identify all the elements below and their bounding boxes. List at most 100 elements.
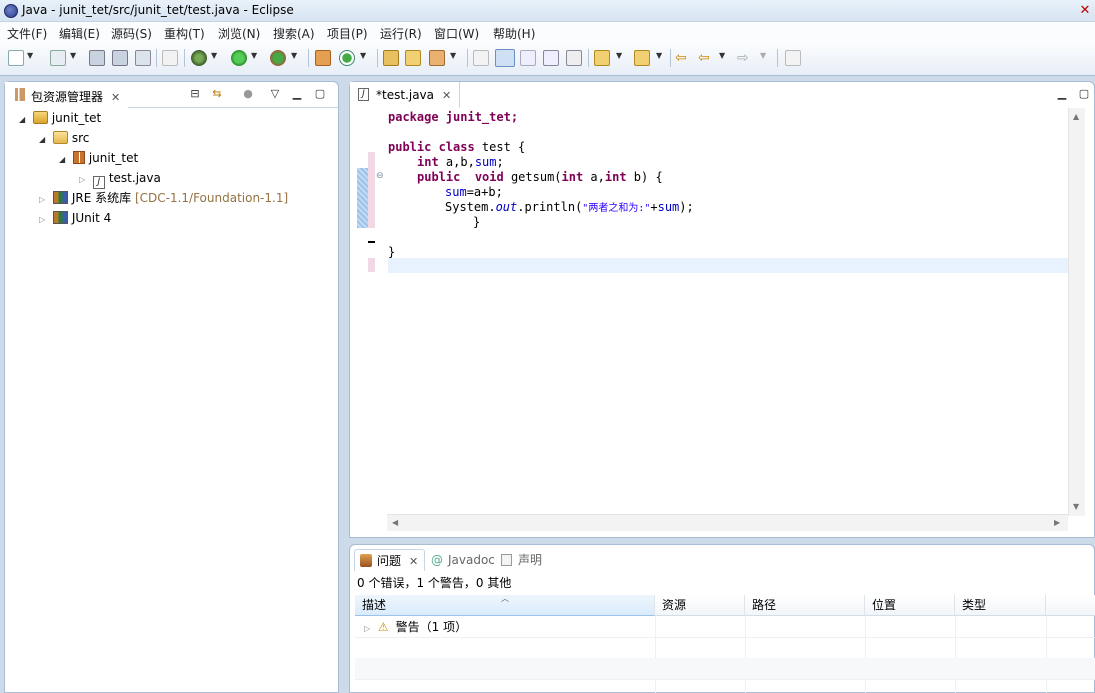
menu-refactor[interactable]: 重构(T) bbox=[164, 25, 205, 42]
tree-item-jre-library[interactable]: ▷ JRE 系统库 [CDC-1.1/Foundation-1.1] bbox=[39, 188, 288, 208]
new-java-dropdown-icon[interactable]: ▼ bbox=[70, 51, 76, 60]
block-selection-icon[interactable] bbox=[520, 50, 536, 66]
collapsed-arrow-icon[interactable]: ▷ bbox=[39, 190, 49, 210]
close-tab-icon[interactable]: ✕ bbox=[111, 91, 120, 104]
search-dropdown-icon[interactable]: ▼ bbox=[450, 51, 456, 60]
close-window-icon[interactable]: ✕ bbox=[1077, 3, 1093, 19]
tree-item-project[interactable]: ◢ junit_tet bbox=[19, 108, 101, 128]
show-whitespace-icon[interactable] bbox=[566, 50, 582, 66]
previous-annotation-dropdown-icon[interactable]: ▼ bbox=[656, 51, 662, 60]
vertical-scrollbar[interactable]: ▲ ▼ bbox=[1068, 108, 1085, 516]
print-icon[interactable] bbox=[135, 50, 151, 66]
back-dropdown-icon[interactable]: ▼ bbox=[719, 51, 725, 60]
new-class-dropdown-icon[interactable]: ▼ bbox=[360, 51, 366, 60]
java-file-icon: J bbox=[358, 88, 369, 101]
new-icon[interactable] bbox=[8, 50, 24, 66]
menu-window[interactable]: 窗口(W) bbox=[434, 25, 479, 42]
show-source-icon[interactable] bbox=[543, 50, 559, 66]
tree-item-package[interactable]: ◢ junit_tet bbox=[59, 148, 138, 168]
debug-dropdown-icon[interactable]: ▼ bbox=[211, 51, 217, 60]
pin-editor-icon[interactable] bbox=[785, 50, 801, 66]
expanded-arrow-icon[interactable]: ◢ bbox=[59, 150, 69, 170]
menu-run[interactable]: 运行(R) bbox=[380, 25, 422, 42]
menu-source[interactable]: 源码(S) bbox=[111, 25, 152, 42]
save-all-icon[interactable] bbox=[112, 50, 128, 66]
column-header-description[interactable]: 描述 ︿ bbox=[355, 594, 655, 616]
minimize-icon[interactable]: ▁ bbox=[290, 87, 304, 101]
tab-javadoc[interactable]: @ Javadoc bbox=[426, 549, 495, 571]
run-icon[interactable] bbox=[231, 50, 247, 66]
new-package-icon[interactable] bbox=[315, 50, 331, 66]
view-menu-icon[interactable]: ▽ bbox=[268, 87, 282, 101]
run-dropdown-icon[interactable]: ▼ bbox=[251, 51, 257, 60]
menu-file[interactable]: 文件(F) bbox=[7, 25, 47, 42]
column-header-type[interactable]: 类型 bbox=[955, 595, 1046, 616]
maximize-icon[interactable]: ▢ bbox=[313, 87, 327, 101]
debug-icon[interactable] bbox=[191, 50, 207, 66]
close-tab-icon[interactable]: ✕ bbox=[442, 89, 451, 102]
open-folder-icon[interactable] bbox=[405, 50, 421, 66]
back-icon[interactable]: ⇦ bbox=[698, 50, 714, 66]
external-tools-icon[interactable] bbox=[270, 50, 286, 66]
new-dropdown-icon[interactable]: ▼ bbox=[27, 51, 33, 60]
search-icon[interactable] bbox=[429, 50, 445, 66]
tree-item-junit4[interactable]: ▷ JUnit 4 bbox=[39, 208, 111, 228]
open-type-icon[interactable] bbox=[383, 50, 399, 66]
expanded-arrow-icon[interactable]: ◢ bbox=[19, 110, 29, 130]
previous-annotation-icon[interactable] bbox=[634, 50, 650, 66]
tab-test-java[interactable]: J *test.java ✕ bbox=[350, 82, 461, 108]
focus-icon[interactable]: ● bbox=[241, 87, 255, 101]
change-marker bbox=[368, 241, 375, 243]
collapse-all-icon[interactable]: ⊟ bbox=[188, 87, 202, 101]
last-edit-location-icon[interactable]: ⇦ bbox=[675, 50, 691, 66]
package-explorer-header: 包资源管理器 ✕ ⊟ ⇆ ● ▽ ▁ ▢ bbox=[5, 82, 338, 108]
scroll-up-icon[interactable]: ▲ bbox=[1073, 112, 1079, 121]
menu-project[interactable]: 项目(P) bbox=[327, 25, 368, 42]
horizontal-scrollbar[interactable]: ◀ ▶ bbox=[387, 514, 1068, 531]
scroll-right-icon[interactable]: ▶ bbox=[1054, 518, 1060, 527]
fold-collapse-icon[interactable]: ⊖ bbox=[376, 171, 386, 181]
problems-panel: 问题 ✕ @ Javadoc 声明 0 个错误，1 个警告，0 其他 描述 ︿ 资… bbox=[349, 544, 1095, 693]
skip-breakpoints-icon[interactable] bbox=[162, 50, 178, 66]
column-header-path[interactable]: 路径 bbox=[745, 595, 865, 616]
new-class-icon[interactable] bbox=[339, 50, 355, 66]
tab-declaration[interactable]: 声明 bbox=[496, 549, 542, 571]
toggle-highlight-icon[interactable] bbox=[495, 49, 515, 67]
expanded-arrow-icon[interactable]: ◢ bbox=[39, 130, 49, 150]
tab-package-explorer[interactable]: 包资源管理器 ✕ bbox=[5, 82, 129, 108]
menu-navigate[interactable]: 浏览(N) bbox=[218, 25, 260, 42]
table-row-warnings[interactable]: ▷ ⚠ 警告（1 项） bbox=[364, 617, 467, 637]
link-with-editor-icon[interactable]: ⇆ bbox=[210, 87, 224, 101]
forward-icon[interactable]: ⇨ bbox=[737, 50, 753, 66]
menu-edit[interactable]: 编辑(E) bbox=[59, 25, 100, 42]
minimize-icon[interactable]: ▁ bbox=[1055, 87, 1069, 101]
forward-dropdown-icon[interactable]: ▼ bbox=[760, 51, 766, 60]
menu-help[interactable]: 帮助(H) bbox=[493, 25, 535, 42]
new-java-icon[interactable] bbox=[50, 50, 66, 66]
tree-item-test-java[interactable]: ▷ Jtest.java bbox=[79, 168, 161, 190]
column-header-location[interactable]: 位置 bbox=[865, 595, 955, 616]
save-icon[interactable] bbox=[89, 50, 105, 66]
main-toolbar: ▼ ▼ ▼ ▼ ▼ ▼ ▼ ▼ ▼ ⇦ ⇦ ▼ ⇨ ▼ bbox=[0, 42, 1095, 76]
tab-problems[interactable]: 问题 ✕ bbox=[354, 549, 426, 571]
maximize-icon[interactable]: ▢ bbox=[1077, 87, 1091, 101]
collapsed-arrow-icon[interactable]: ▷ bbox=[79, 170, 89, 190]
menu-search[interactable]: 搜索(A) bbox=[273, 25, 315, 42]
editor-panel: J *test.java ✕ ▁ ▢ ⊖ package junit_tet; p… bbox=[349, 81, 1095, 538]
collapsed-arrow-icon[interactable]: ▷ bbox=[364, 619, 374, 639]
tree-item-src[interactable]: ◢ src bbox=[39, 128, 89, 148]
scroll-down-icon[interactable]: ▼ bbox=[1073, 502, 1079, 511]
code-editor[interactable]: package junit_tet; public class test { i… bbox=[388, 108, 1068, 512]
column-header-resource[interactable]: 资源 bbox=[655, 595, 745, 616]
next-annotation-icon[interactable] bbox=[594, 50, 610, 66]
toggle-mark-occurrences-icon[interactable] bbox=[473, 50, 489, 66]
editor-gutter[interactable]: ⊖ bbox=[350, 108, 387, 512]
scroll-left-icon[interactable]: ◀ bbox=[392, 518, 398, 527]
close-tab-icon[interactable]: ✕ bbox=[409, 555, 418, 568]
java-project-icon bbox=[32, 111, 48, 124]
next-annotation-dropdown-icon[interactable]: ▼ bbox=[616, 51, 622, 60]
menu-bar: 文件(F) 编辑(E) 源码(S) 重构(T) 浏览(N) 搜索(A) 项目(P… bbox=[0, 22, 1095, 42]
change-marker bbox=[357, 168, 368, 228]
external-tools-dropdown-icon[interactable]: ▼ bbox=[291, 51, 297, 60]
collapsed-arrow-icon[interactable]: ▷ bbox=[39, 210, 49, 230]
